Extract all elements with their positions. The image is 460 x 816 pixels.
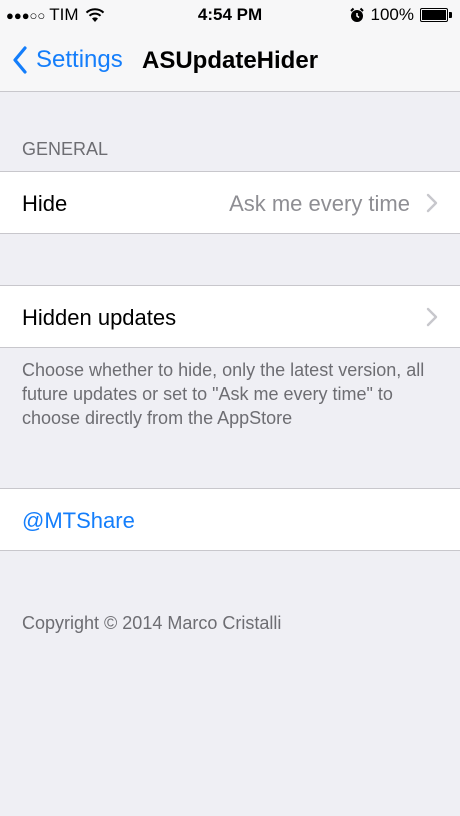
hidden-updates-label: Hidden updates bbox=[22, 305, 177, 330]
status-right: 100% bbox=[349, 5, 452, 25]
mtshare-link-cell[interactable]: @MTShare bbox=[0, 488, 460, 551]
back-button[interactable]: Settings bbox=[12, 46, 123, 74]
status-bar: ●●●○○ TIM 4:54 PM 100% bbox=[0, 0, 460, 30]
hidden-updates-cell[interactable]: Hidden updates bbox=[0, 285, 460, 348]
section-header-general: GENERAL bbox=[22, 139, 109, 159]
mtshare-link[interactable]: @MTShare bbox=[22, 508, 135, 534]
battery-icon bbox=[420, 8, 452, 22]
copyright-text: Copyright © 2014 Marco Cristalli bbox=[22, 613, 282, 633]
back-button-label: Settings bbox=[36, 46, 123, 73]
page-title: ASUpdateHider bbox=[142, 47, 319, 74]
hide-value: Ask me every time bbox=[229, 191, 410, 216]
hide-cell[interactable]: Hide Ask me every time bbox=[0, 171, 460, 234]
chevron-left-icon bbox=[13, 46, 27, 74]
chevron-right-icon bbox=[426, 193, 438, 213]
battery-percentage: 100% bbox=[370, 5, 414, 24]
navigation-bar: Settings ASUpdateHider bbox=[0, 30, 460, 92]
hide-label: Hide bbox=[22, 191, 68, 216]
chevron-right-icon bbox=[426, 307, 438, 327]
hidden-updates-footer: Choose whether to hide, only the latest … bbox=[22, 360, 425, 428]
alarm-icon bbox=[349, 7, 364, 22]
